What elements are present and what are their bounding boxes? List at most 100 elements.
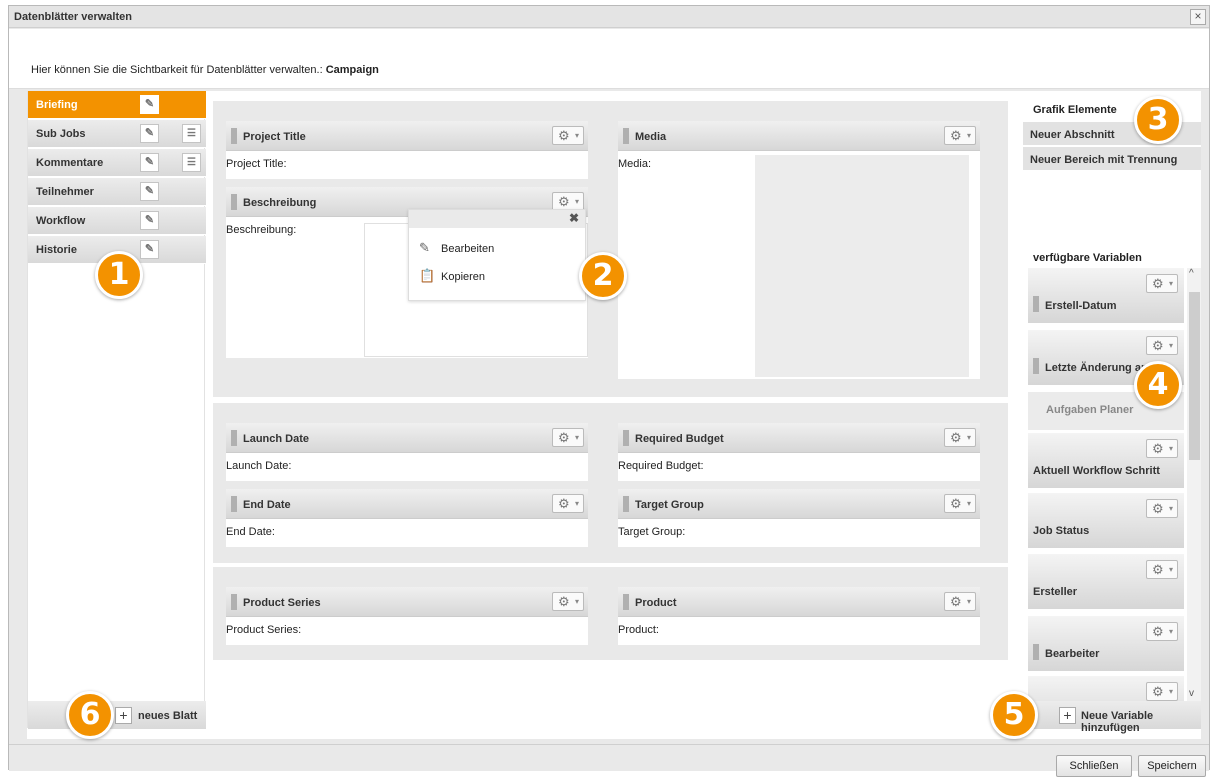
editor-area: Briefing ✎ Sub Jobs ✎ ☰ Kommentare ✎ ☰ T…: [27, 91, 1201, 739]
drag-handle-icon[interactable]: [1033, 358, 1039, 374]
field-body: End Date:: [226, 519, 588, 547]
new-sheet-button[interactable]: + neues Blatt: [28, 701, 206, 729]
variable-item[interactable]: ⚙ ▾ Erstell-Datum: [1028, 268, 1184, 323]
close-icon[interactable]: ✖: [569, 211, 579, 225]
drag-handle-icon[interactable]: [623, 496, 629, 512]
field-media[interactable]: Media ⚙ ▾ Media:: [618, 121, 980, 379]
drag-handle-icon[interactable]: [231, 594, 237, 610]
description-bar: Hier können Sie die Sichtbarkeit für Dat…: [9, 29, 1209, 89]
section-3: Product Series ⚙ ▾ Product Series: Produc…: [213, 567, 1008, 660]
drag-handle-icon[interactable]: [623, 430, 629, 446]
field-product[interactable]: Product ⚙ ▾ Product:: [618, 587, 980, 645]
menu-item-edit[interactable]: ✎ Bearbeiten: [419, 240, 494, 256]
field-end-date[interactable]: End Date ⚙ ▾ End Date:: [226, 489, 588, 547]
sheet-item-workflow[interactable]: Workflow ✎: [28, 207, 206, 235]
list-icon[interactable]: ☰: [182, 124, 201, 143]
pencil-icon[interactable]: ✎: [140, 124, 159, 143]
gear-icon[interactable]: ⚙ ▾: [944, 592, 976, 611]
variable-item[interactable]: ⚙ ▾ Ersteller: [1028, 554, 1184, 609]
pencil-icon[interactable]: ✎: [140, 153, 159, 172]
context-menu: ✖ ✎ Bearbeiten 📋 Kopieren: [408, 209, 586, 301]
drag-handle-icon[interactable]: [231, 496, 237, 512]
chevron-up-icon[interactable]: ^: [1189, 268, 1194, 279]
gear-icon[interactable]: ⚙ ▾: [1146, 499, 1178, 518]
callout-badge-1: 1: [95, 251, 143, 299]
field-product-series[interactable]: Product Series ⚙ ▾ Product Series:: [226, 587, 588, 645]
gear-icon[interactable]: ⚙ ▾: [944, 126, 976, 145]
pencil-icon[interactable]: ✎: [140, 182, 159, 201]
scroll-thumb[interactable]: [1189, 292, 1200, 460]
menu-item-copy[interactable]: 📋 Kopieren: [419, 268, 485, 284]
section-1: Project Title ⚙ ▾ Project Title: Beschrei…: [213, 101, 1008, 397]
gear-icon[interactable]: ⚙ ▾: [552, 592, 584, 611]
sheet-item-sub-jobs[interactable]: Sub Jobs ✎ ☰: [28, 120, 206, 148]
callout-badge-6: 6: [66, 691, 114, 739]
drag-handle-icon[interactable]: [1033, 296, 1039, 312]
variable-scrollbar[interactable]: ^ v: [1187, 268, 1201, 701]
variable-item[interactable]: ⚙ ▾ Job Status: [1028, 493, 1184, 548]
variable-item[interactable]: ⚙ ▾: [1028, 676, 1184, 701]
pencil-icon[interactable]: ✎: [140, 95, 159, 114]
field-header[interactable]: Media ⚙ ▾: [618, 121, 980, 151]
variable-item[interactable]: ⚙ ▾ Bearbeiter: [1028, 616, 1184, 671]
field-header[interactable]: Product ⚙ ▾: [618, 587, 980, 617]
save-button[interactable]: Speichern: [1138, 755, 1206, 777]
callout-badge-4: 4: [1134, 361, 1182, 409]
field-header[interactable]: End Date ⚙ ▾: [226, 489, 588, 519]
graphic-item-new-area-divider[interactable]: Neuer Bereich mit Trennung: [1023, 147, 1201, 171]
dialog-footer: Schließen Speichern: [9, 744, 1209, 777]
variable-list: ⚙ ▾ Erstell-Datum ⚙ ▾ Letzte Änderung am A…: [1023, 268, 1201, 701]
campaign-name: Campaign: [325, 64, 379, 76]
palette-panel: Grafik Elemente Neuer Abschnitt Neuer Be…: [1023, 91, 1201, 734]
gear-icon[interactable]: ⚙ ▾: [944, 494, 976, 513]
field-header[interactable]: Required Budget ⚙ ▾: [618, 423, 980, 453]
gear-icon[interactable]: ⚙ ▾: [1146, 560, 1178, 579]
drag-handle-icon[interactable]: [623, 128, 629, 144]
drag-handle-icon[interactable]: [231, 430, 237, 446]
field-project-title[interactable]: Project Title ⚙ ▾ Project Title:: [226, 121, 588, 179]
description-text: Hier können Sie die Sichtbarkeit für Dat…: [31, 64, 379, 76]
close-icon[interactable]: ×: [1190, 9, 1206, 25]
media-preview[interactable]: [755, 155, 969, 377]
pencil-icon[interactable]: ✎: [140, 240, 159, 259]
chevron-down-icon[interactable]: v: [1189, 688, 1194, 699]
callout-badge-5: 5: [990, 691, 1038, 739]
plus-icon[interactable]: +: [115, 707, 132, 724]
window-title: Datenblätter verwalten: [14, 11, 132, 23]
close-button[interactable]: Schließen: [1056, 755, 1132, 777]
field-target-group[interactable]: Target Group ⚙ ▾ Target Group:: [618, 489, 980, 547]
pencil-icon[interactable]: ✎: [140, 211, 159, 230]
gear-icon[interactable]: ⚙ ▾: [1146, 274, 1178, 293]
callout-badge-2: 2: [579, 252, 627, 300]
gear-icon[interactable]: ⚙ ▾: [1146, 622, 1178, 641]
gear-icon[interactable]: ⚙ ▾: [552, 126, 584, 145]
field-header[interactable]: Product Series ⚙ ▾: [226, 587, 588, 617]
drag-handle-icon[interactable]: [623, 594, 629, 610]
field-required-budget[interactable]: Required Budget ⚙ ▾ Required Budget:: [618, 423, 980, 481]
field-header[interactable]: Target Group ⚙ ▾: [618, 489, 980, 519]
list-icon[interactable]: ☰: [182, 153, 201, 172]
title-bar: Datenblätter verwalten ×: [9, 6, 1209, 28]
callout-badge-3: 3: [1134, 96, 1182, 144]
sheet-item-teilnehmer[interactable]: Teilnehmer ✎: [28, 178, 206, 206]
gear-icon[interactable]: ⚙ ▾: [1146, 336, 1178, 355]
field-header[interactable]: Launch Date ⚙ ▾: [226, 423, 588, 453]
gear-icon[interactable]: ⚙ ▾: [944, 428, 976, 447]
pencil-icon: ✎: [419, 240, 430, 255]
field-body: Launch Date:: [226, 453, 588, 481]
field-launch-date[interactable]: Launch Date ⚙ ▾ Launch Date:: [226, 423, 588, 481]
sheet-item-kommentare[interactable]: Kommentare ✎ ☰: [28, 149, 206, 177]
drag-handle-icon[interactable]: [1033, 644, 1039, 660]
variable-item[interactable]: ⚙ ▾ Aktuell Workflow Schritt: [1028, 433, 1184, 488]
gear-icon[interactable]: ⚙ ▾: [1146, 439, 1178, 458]
drag-handle-icon[interactable]: [231, 128, 237, 144]
gear-icon[interactable]: ⚙ ▾: [1146, 682, 1178, 701]
add-variable-button[interactable]: + Neue Variable hinzufügen: [1023, 701, 1201, 734]
sheet-item-briefing[interactable]: Briefing ✎: [28, 91, 206, 119]
drag-handle-icon[interactable]: [231, 194, 237, 210]
plus-icon[interactable]: +: [1059, 707, 1076, 724]
gear-icon[interactable]: ⚙ ▾: [552, 494, 584, 513]
gear-icon[interactable]: ⚙ ▾: [552, 428, 584, 447]
field-header[interactable]: Project Title ⚙ ▾: [226, 121, 588, 151]
field-body: Media:: [618, 151, 980, 379]
